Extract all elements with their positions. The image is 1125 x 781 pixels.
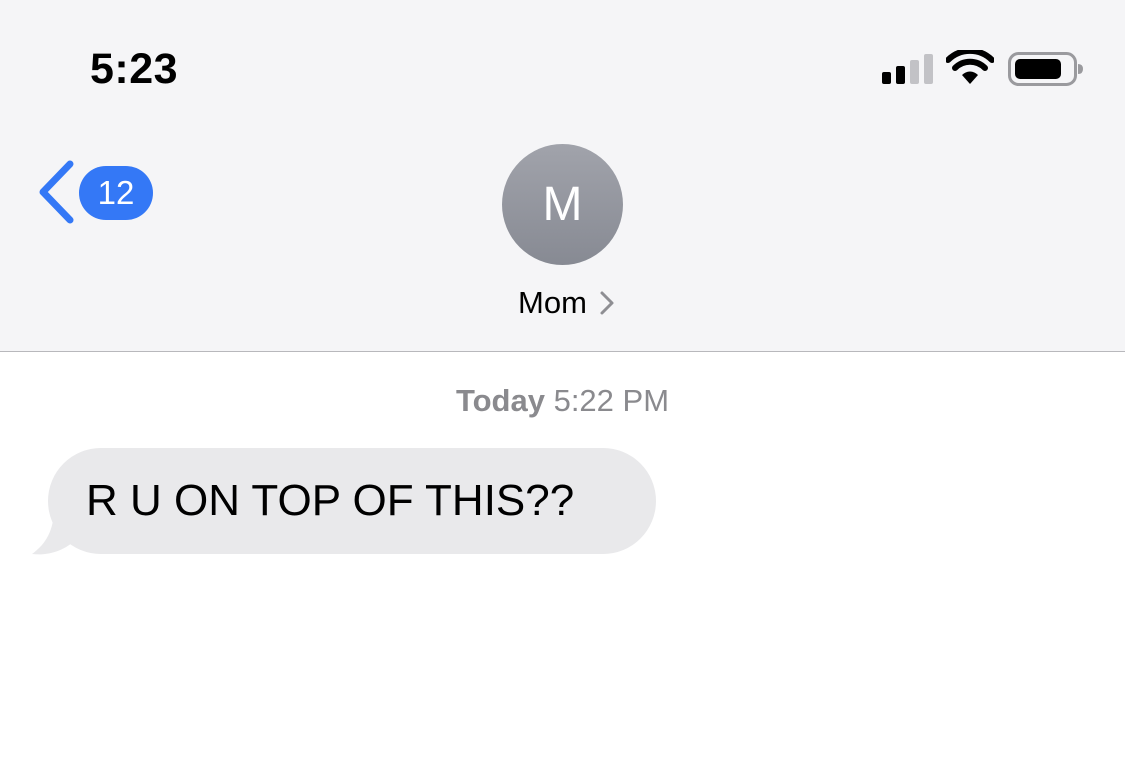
message-bubble: R U ON TOP OF THIS?? xyxy=(48,448,656,554)
timestamp-day: Today xyxy=(455,383,545,418)
unread-count-badge: 12 xyxy=(79,166,153,220)
contact-name: Mom xyxy=(518,285,587,320)
incoming-message[interactable]: R U ON TOP OF THIS?? xyxy=(32,448,672,558)
message-timestamp: Today 5:22 PM xyxy=(0,381,1125,421)
chevron-left-icon xyxy=(39,160,74,224)
avatar[interactable]: M xyxy=(502,144,623,265)
back-button[interactable]: 12 xyxy=(34,158,159,226)
status-time: 5:23 xyxy=(90,45,179,93)
cellular-signal-icon xyxy=(882,54,933,84)
messages-screen: 5:23 12 M Mom Today 5:22 PM R U ON TOP O… xyxy=(0,0,1125,781)
wifi-icon xyxy=(946,50,994,84)
battery-icon xyxy=(1008,52,1083,86)
chevron-right-icon xyxy=(600,291,614,315)
conversation-header: 5:23 12 M Mom xyxy=(0,0,1125,352)
contact-details-link[interactable]: Mom xyxy=(0,281,1125,325)
timestamp-time: 5:22 PM xyxy=(553,383,670,418)
